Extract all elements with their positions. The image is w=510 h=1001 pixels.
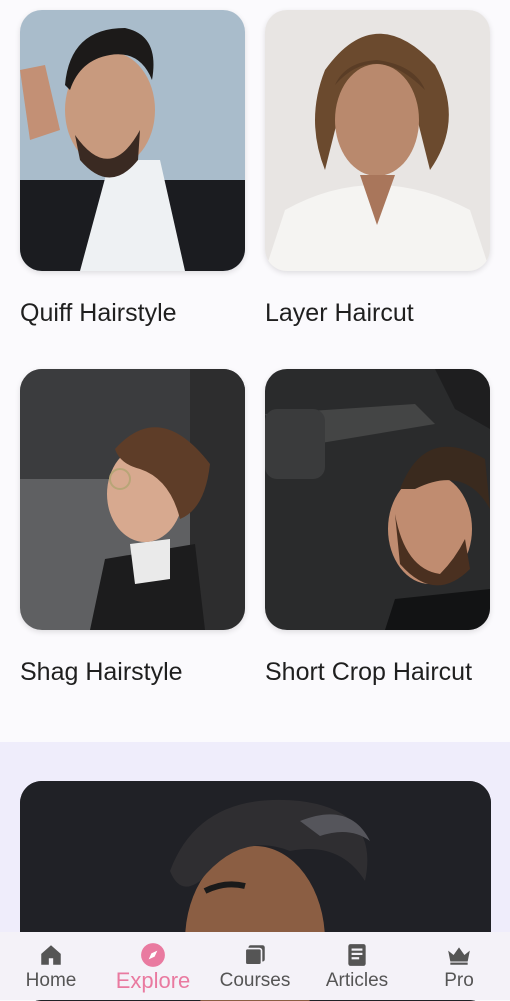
card-title[interactable]: Short Crop Haircut — [265, 656, 495, 689]
hairstyle-card-shag[interactable] — [20, 369, 245, 630]
hairstyle-card-layer[interactable] — [265, 10, 490, 271]
nav-label-explore: Explore — [115, 968, 191, 993]
nav-label-articles: Articles — [325, 970, 389, 991]
nav-item-pro[interactable]: Pro — [408, 932, 510, 1000]
card-title[interactable]: Quiff Hairstyle — [20, 297, 177, 330]
crown-icon — [448, 947, 470, 965]
card-title[interactable]: Shag Hairstyle — [20, 656, 183, 689]
nav-label-courses: Courses — [219, 970, 291, 991]
nav-label-pro: Pro — [444, 970, 474, 991]
nav-item-courses[interactable]: Courses — [204, 932, 306, 1000]
nav-item-explore[interactable]: Explore — [102, 932, 204, 1000]
card-image — [20, 10, 245, 271]
card-image — [265, 369, 490, 630]
courses-icon — [244, 945, 265, 966]
nav-item-home[interactable]: Home — [0, 932, 102, 1000]
hairstyle-card-short-crop[interactable] — [265, 369, 490, 630]
bottom-navigation: Home Explore Courses Articles Pro — [0, 932, 510, 1000]
articles-icon — [348, 944, 366, 966]
nav-label-home: Home — [25, 970, 77, 991]
hairstyle-card-quiff[interactable] — [20, 10, 245, 271]
nav-item-articles[interactable]: Articles — [306, 932, 408, 1000]
card-image — [265, 10, 490, 271]
home-icon — [41, 945, 61, 965]
compass-icon — [141, 943, 165, 967]
card-title[interactable]: Layer Haircut — [265, 297, 414, 330]
card-image — [20, 369, 245, 630]
